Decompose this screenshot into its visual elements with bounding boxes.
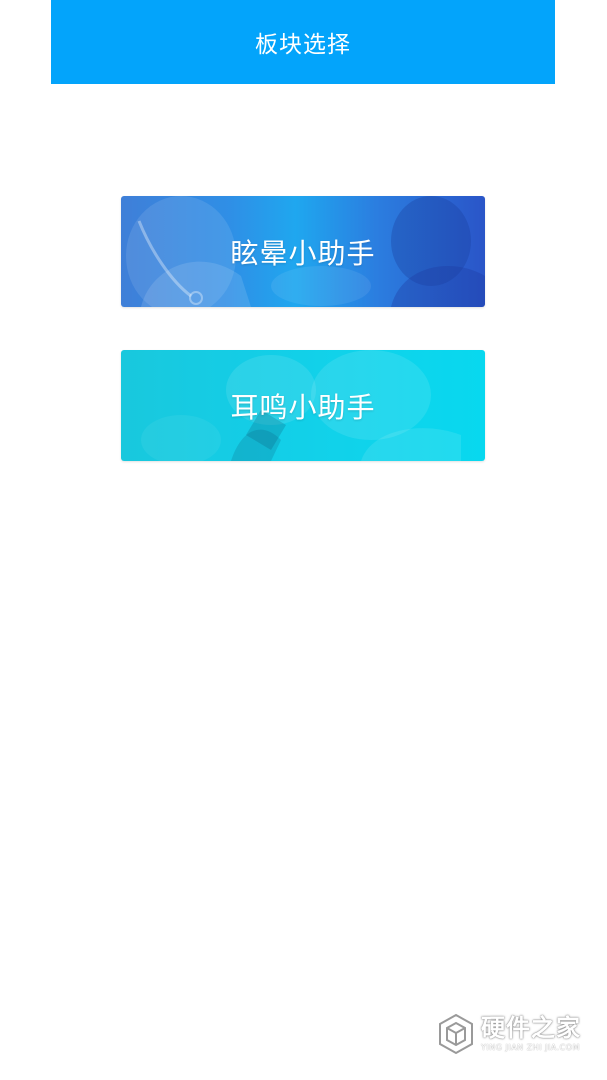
dizzy-assistant-label: 眩晕小助手 [230,236,376,270]
watermark-url: YING JIAN ZHI JIA.COM [481,1043,580,1052]
dizzy-assistant-button[interactable]: 眩晕小助手 [121,196,485,307]
watermark: 硬件之家 YING JIAN ZHI JIA.COM [437,1006,597,1062]
watermark-brand: 硬件之家 [481,1014,581,1042]
tinnitus-assistant-label: 耳鸣小助手 [230,390,376,424]
page-title: 板块选择 [255,32,351,58]
page: 板块选择 眩晕小助手 耳鸣小助手 硬件之家 YING JIAN ZHI JIA.… [0,0,607,1080]
hexagon-logo-icon [439,1013,473,1055]
header-bar: 板块选择 [51,0,555,84]
tinnitus-assistant-button[interactable]: 耳鸣小助手 [121,350,485,461]
